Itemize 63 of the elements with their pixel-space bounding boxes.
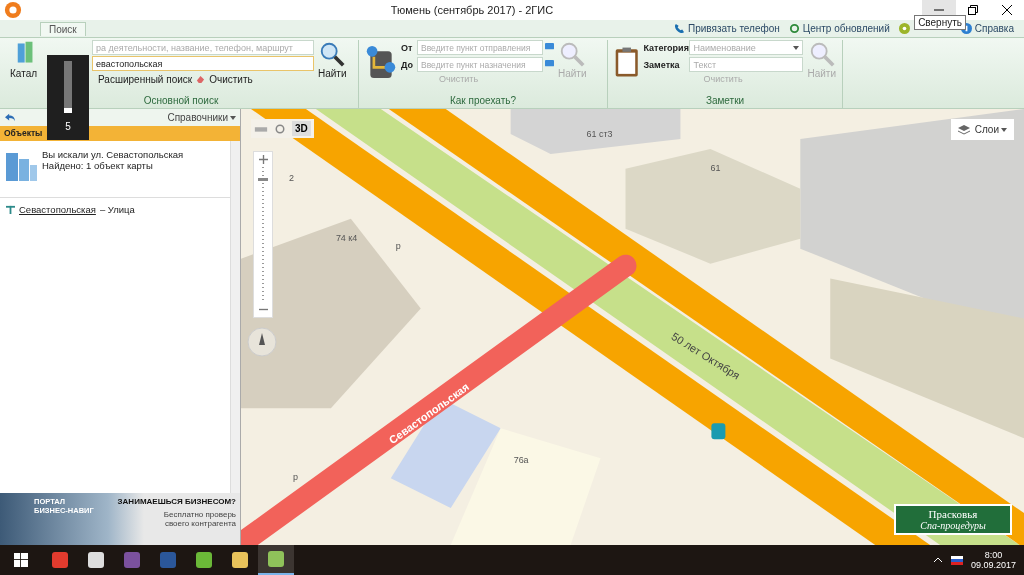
- dropdown-caret-icon: [793, 45, 800, 50]
- clock-date: 09.09.2017: [970, 560, 1016, 570]
- start-icon[interactable]: [14, 553, 28, 567]
- from-field[interactable]: Введите пункт отправления: [417, 40, 543, 55]
- flag-icon: [950, 555, 963, 565]
- from-label: От: [401, 42, 414, 53]
- compass-icon[interactable]: [247, 327, 277, 357]
- chevron-up-icon[interactable]: [932, 557, 943, 563]
- map-label: 61: [710, 162, 721, 173]
- to-label: До: [401, 59, 415, 70]
- result-count: Найдено: 1 объект карты: [42, 160, 154, 171]
- route-icon: [365, 44, 397, 80]
- dropdown-caret-icon: [1001, 127, 1007, 132]
- layers-icon: [957, 124, 970, 135]
- map-label: 2: [288, 172, 294, 183]
- ad-text: своего контрагента: [164, 519, 236, 528]
- to-field[interactable]: Введите пункт назначения: [417, 57, 543, 72]
- phone-icon: [673, 23, 685, 34]
- back-icon[interactable]: [4, 112, 16, 123]
- street-sign-icon: [6, 205, 15, 214]
- 3d-button[interactable]: 3D: [292, 121, 311, 136]
- window-title: Тюмень (сентябрь 2017) - 2ГИС: [389, 4, 555, 16]
- search-field[interactable]: ра деятельности, название, телефон, маршрут: [92, 40, 314, 55]
- help-icon: [960, 23, 972, 34]
- clock-time: 8:00: [984, 550, 1003, 560]
- category-label: Категория: [643, 42, 688, 53]
- search-field[interactable]: евастопольская: [92, 56, 314, 71]
- volume-slider[interactable]: [64, 61, 72, 113]
- ad-banner[interactable]: Прасковья Спа-процедуры: [894, 504, 1012, 535]
- map-label: р: [292, 472, 298, 483]
- note-label: Заметка: [643, 59, 681, 70]
- map-label: 76а: [513, 455, 529, 466]
- dropdown-caret-icon: [230, 115, 236, 120]
- ad-text: Бесплатно проверь: [163, 510, 236, 519]
- layers-button[interactable]: Слои: [950, 119, 1014, 140]
- directories-menu[interactable]: Справочники: [167, 112, 228, 123]
- group-caption: Заметки: [704, 95, 746, 108]
- header-link[interactable]: Справка: [974, 23, 1014, 34]
- zoom-in-icon[interactable]: [258, 155, 268, 164]
- map-label: 74 к4: [335, 232, 358, 243]
- group-caption: Как проехать?: [449, 95, 517, 108]
- ad-headline: ЗАНИМАЕШЬСЯ БИЗНЕСОМ?: [117, 497, 236, 506]
- zoom-slider[interactable]: [253, 151, 273, 318]
- ribbon-tab[interactable]: Поиск: [40, 21, 86, 36]
- bus-stop-icon: [711, 423, 726, 440]
- header-link[interactable]: Привязать телефон: [687, 23, 780, 34]
- catalog-label[interactable]: Катал: [10, 68, 38, 79]
- result-title: Вы искали ул. Севастопольская: [42, 149, 184, 160]
- map-label: р: [395, 240, 401, 251]
- restore-icon: [968, 5, 978, 15]
- taskbar-app-icon[interactable]: [258, 545, 294, 575]
- tooltip: Свернуть: [914, 15, 966, 30]
- find-button[interactable]: Найти: [318, 40, 347, 79]
- scrollbar[interactable]: [230, 141, 240, 493]
- clear-link[interactable]: Очистить: [209, 74, 253, 85]
- result-type: – Улица: [99, 204, 135, 215]
- header-link[interactable]: Центр обновлений: [802, 23, 890, 34]
- advanced-search-link[interactable]: Расширенный поиск: [98, 74, 193, 85]
- note-field[interactable]: Текст: [689, 57, 804, 72]
- group-caption: Основной поиск: [142, 95, 220, 108]
- map-label: 61 ст3: [586, 128, 613, 139]
- close-icon: [1002, 5, 1012, 15]
- result-link[interactable]: Севастопольская: [19, 204, 96, 215]
